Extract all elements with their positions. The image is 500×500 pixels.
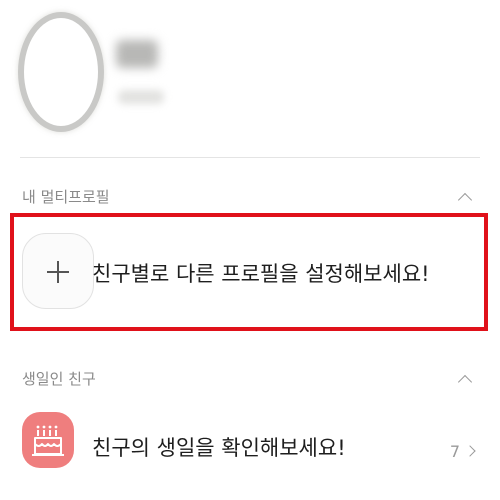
divider <box>20 157 480 158</box>
multi-profile-section-title: 내 멀티프로필 <box>22 188 110 206</box>
birthday-count[interactable]: 7 <box>450 442 460 461</box>
birthday-prompt[interactable]: 친구의 생일을 확인해보세요! <box>92 432 346 462</box>
add-multi-profile-prompt[interactable]: 친구별로 다른 프로필을 설정해보세요! <box>92 258 430 288</box>
my-profile-name-blurred[interactable] <box>116 40 158 68</box>
add-multi-profile-button[interactable] <box>22 233 94 309</box>
birthday-tile[interactable] <box>22 412 74 468</box>
my-profile-status-blurred <box>118 90 164 104</box>
my-profile-avatar[interactable] <box>18 12 104 132</box>
collapse-birthday-chevron-up-icon[interactable] <box>457 374 473 390</box>
chevron-right-icon[interactable] <box>464 445 476 457</box>
plus-icon-vertical <box>57 261 59 283</box>
birthday-section-title: 생일인 친구 <box>22 370 96 388</box>
collapse-multi-profile-chevron-up-icon[interactable] <box>457 192 473 208</box>
cake-icon <box>32 425 64 456</box>
